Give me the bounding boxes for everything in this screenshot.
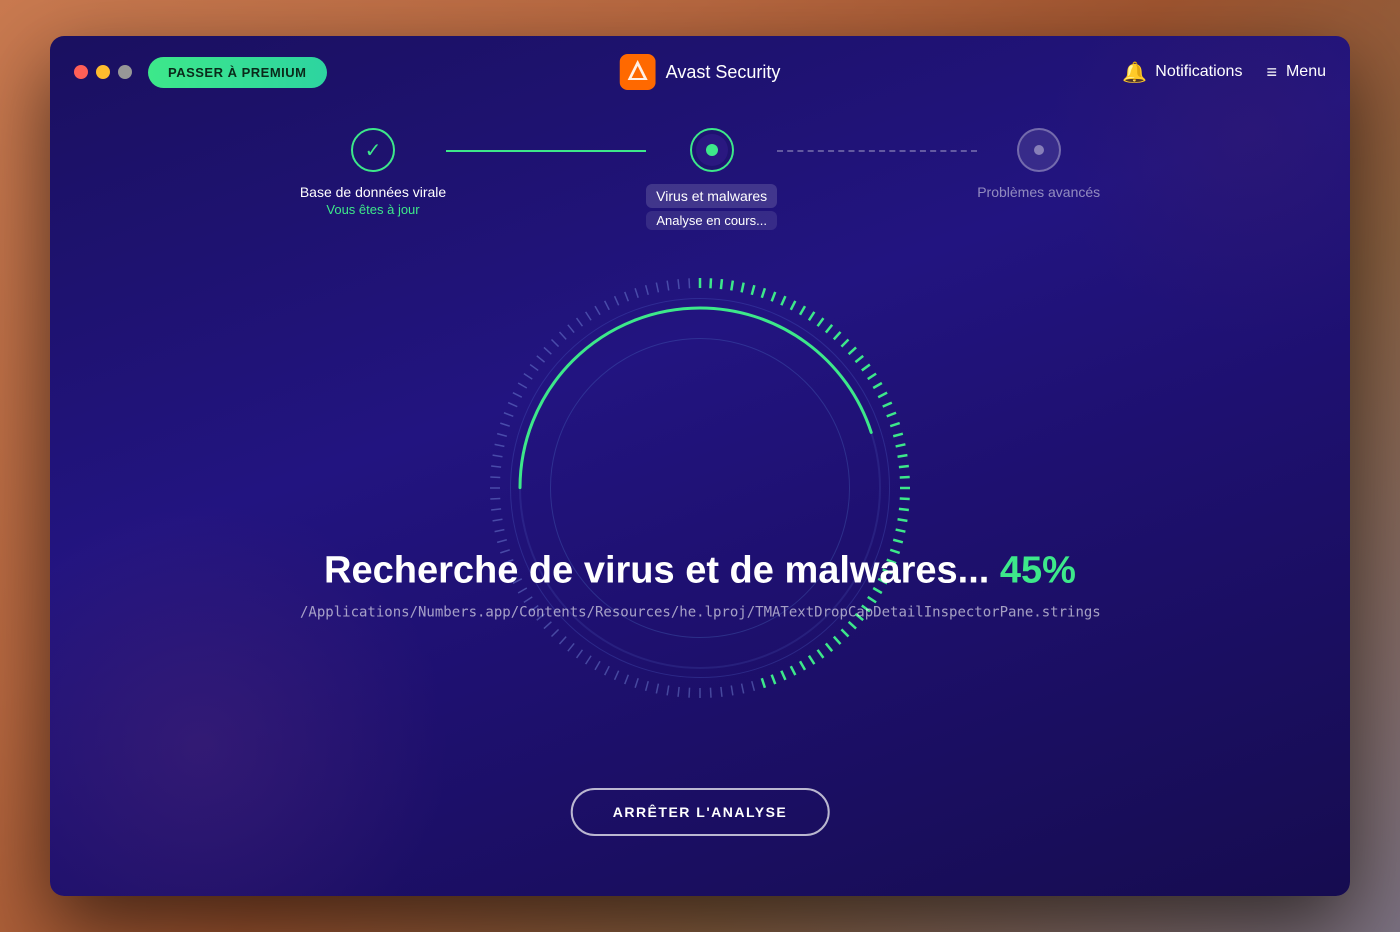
scan-file-path: /Applications/Numbers.app/Contents/Resou… [300, 605, 1100, 621]
active-dot [706, 144, 718, 156]
app-window: PASSER À PREMIUM Avast Security 🔔 Notifi… [50, 36, 1350, 896]
window-controls [74, 65, 132, 79]
menu-label: Menu [1286, 63, 1326, 81]
scan-text-prefix: Recherche de virus et de malwares... [324, 550, 1000, 592]
scan-circle-container: // This won't execute inline, handled be… [510, 298, 890, 678]
scan-percentage: 45% [1000, 550, 1076, 592]
app-name-label: Avast Security [666, 62, 781, 83]
scan-text-area: Recherche de virus et de malwares... 45%… [300, 550, 1100, 621]
avast-logo-icon [620, 54, 656, 90]
hamburger-icon: ≡ [1266, 62, 1278, 83]
pending-dot [1034, 145, 1044, 155]
outer-tick-ring [460, 248, 940, 728]
minimize-button[interactable] [96, 65, 110, 79]
notifications-button[interactable]: 🔔 Notifications [1122, 60, 1242, 85]
scan-area: // This won't execute inline, handled be… [50, 156, 1350, 896]
premium-button[interactable]: PASSER À PREMIUM [148, 57, 327, 88]
left-controls: PASSER À PREMIUM [74, 57, 327, 88]
stop-button-container: ARRÊTER L'ANALYSE [571, 788, 830, 836]
close-button[interactable] [74, 65, 88, 79]
notifications-label: Notifications [1155, 63, 1242, 81]
checkmark-icon: ✓ [365, 138, 382, 163]
stop-scan-button[interactable]: ARRÊTER L'ANALYSE [571, 788, 830, 836]
menu-button[interactable]: ≡ Menu [1266, 62, 1326, 83]
maximize-button[interactable] [118, 65, 132, 79]
bell-icon: 🔔 [1122, 60, 1147, 85]
step-1-circle: ✓ [351, 128, 395, 172]
step-2-circle [690, 128, 734, 172]
connector-1 [446, 150, 646, 152]
step-3-circle [1017, 128, 1061, 172]
right-controls: 🔔 Notifications ≡ Menu [1122, 60, 1326, 85]
title-bar: PASSER À PREMIUM Avast Security 🔔 Notifi… [50, 36, 1350, 108]
connector-2 [777, 150, 977, 152]
app-title-group: Avast Security [620, 54, 781, 90]
scan-main-text: Recherche de virus et de malwares... 45% [300, 550, 1100, 593]
